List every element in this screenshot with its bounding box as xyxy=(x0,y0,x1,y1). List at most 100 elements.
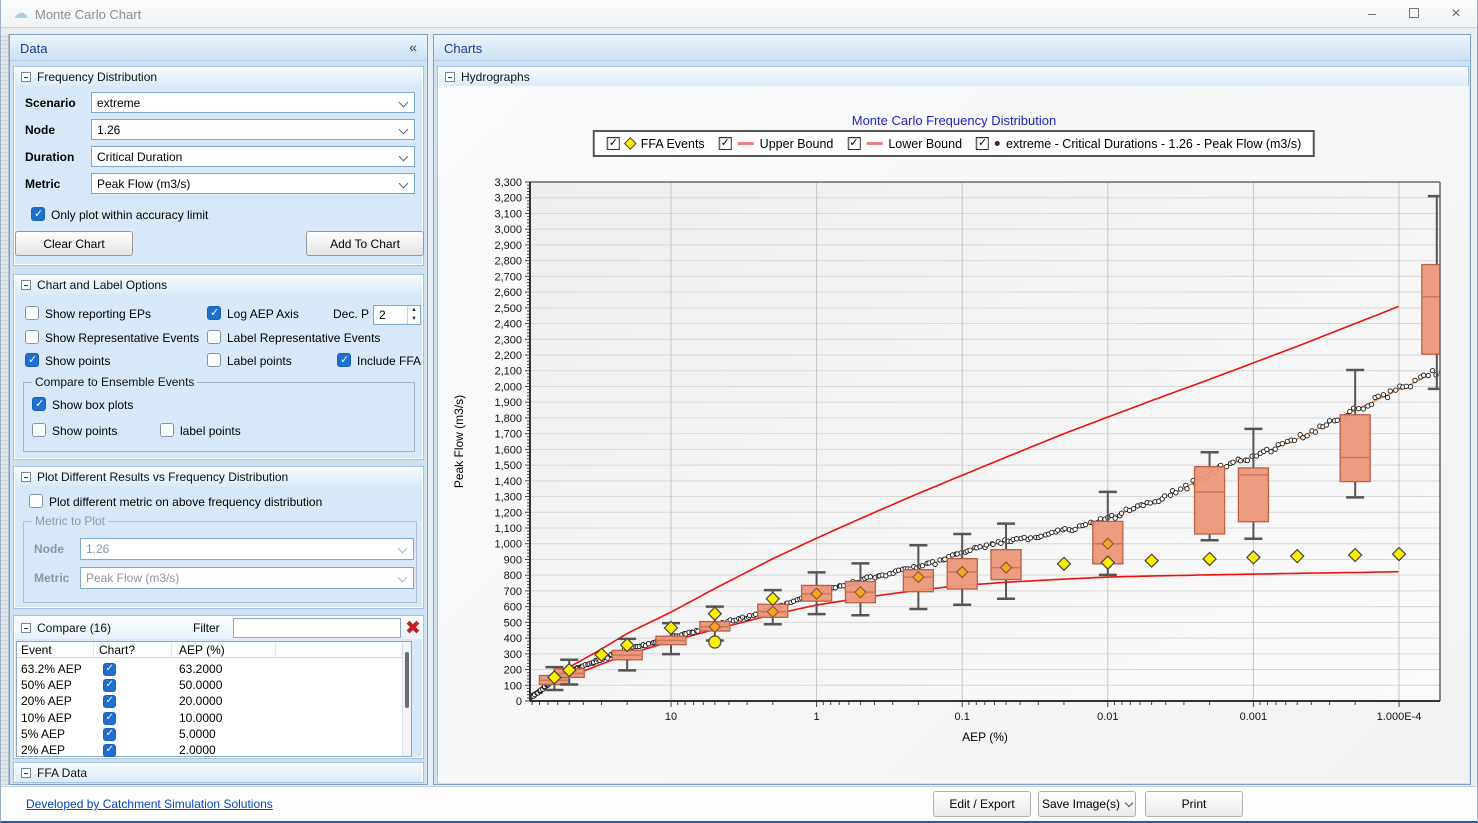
event-cell: 10% AEP xyxy=(21,711,72,725)
frequency-chart[interactable]: 01002003004005006007008009001,0001,1001,… xyxy=(439,86,1469,783)
show-representative-checkbox[interactable] xyxy=(25,330,39,344)
label-points-checkbox[interactable] xyxy=(207,353,221,367)
metric-dropdown[interactable]: Peak Flow (m3/s) xyxy=(91,173,415,194)
scrollbar-thumb[interactable] xyxy=(405,652,409,708)
row-chart-checkbox[interactable] xyxy=(103,728,116,741)
compare-header[interactable]: Compare (16) Filter ✖ xyxy=(15,617,422,639)
plot-different-metric-checkbox[interactable] xyxy=(29,494,43,508)
show-representative-label: Show Representative Events xyxy=(45,331,199,345)
row-chart-checkbox[interactable] xyxy=(103,744,116,757)
show-box-plots-checkbox[interactable] xyxy=(32,397,46,411)
dec-p-spinner[interactable]: 2 ▲▼ xyxy=(373,305,421,325)
include-ffa-checkbox[interactable] xyxy=(337,353,351,367)
column-chart[interactable]: Chart? xyxy=(99,643,135,657)
ffa-data-header[interactable]: FFA Data xyxy=(15,764,422,782)
svg-text:800: 800 xyxy=(504,570,522,582)
scenario-label: Scenario xyxy=(25,96,76,110)
table-scrollbar[interactable] xyxy=(402,642,411,756)
chevron-down-icon xyxy=(399,98,409,108)
node-dropdown[interactable]: 1.26 xyxy=(91,119,415,140)
metric-to-plot-title: Metric to Plot xyxy=(32,514,108,528)
red-dash-icon xyxy=(866,142,882,145)
data-panel-title: Data xyxy=(20,41,47,56)
aep-cell: 20.0000 xyxy=(179,694,222,708)
credit-link[interactable]: Developed by Catchment Simulation Soluti… xyxy=(26,797,273,811)
ensemble-label-points-checkbox[interactable] xyxy=(160,423,174,437)
chart-area: 01002003004005006007008009001,0001,1001,… xyxy=(439,86,1469,783)
column-event[interactable]: Event xyxy=(21,643,52,657)
label-representative-checkbox[interactable] xyxy=(207,330,221,344)
minimize-button[interactable]: – xyxy=(1355,0,1389,27)
clear-chart-button[interactable]: Clear Chart xyxy=(15,231,133,256)
accuracy-limit-checkbox[interactable] xyxy=(31,207,45,221)
collapse-section-icon[interactable] xyxy=(21,623,31,633)
column-aep[interactable]: AEP (%) xyxy=(179,643,225,657)
svg-text:1,500: 1,500 xyxy=(494,460,522,472)
svg-text:AEP (%): AEP (%) xyxy=(962,730,1008,744)
legend-item-lower-bound[interactable]: Lower Bound xyxy=(847,137,962,151)
row-chart-checkbox[interactable] xyxy=(103,663,116,676)
collapse-section-icon[interactable] xyxy=(21,768,31,778)
table-row[interactable]: 2% AEP 2.0000 xyxy=(17,742,411,758)
svg-text:3,300: 3,300 xyxy=(494,177,522,189)
collapse-panel-icon[interactable]: « xyxy=(409,39,417,55)
show-reporting-eps-checkbox[interactable] xyxy=(25,306,39,320)
clear-filter-icon[interactable]: ✖ xyxy=(405,617,421,640)
svg-text:2,500: 2,500 xyxy=(494,303,522,315)
spinner-arrows-icon[interactable]: ▲▼ xyxy=(407,306,420,324)
compare-table-header-row: Event Chart? AEP (%) xyxy=(17,642,411,658)
legend-checkbox[interactable] xyxy=(976,137,989,150)
legend-checkbox[interactable] xyxy=(847,137,860,150)
legend-item-simulation[interactable]: extreme - Critical Durations - 1.26 - Pe… xyxy=(976,137,1301,151)
frequency-distribution-header[interactable]: Frequency Distribution xyxy=(15,68,422,86)
legend-label: Lower Bound xyxy=(888,137,962,151)
event-cell: 20% AEP xyxy=(21,694,72,708)
legend-item-ffa[interactable]: FFA Events xyxy=(607,137,705,151)
table-row[interactable]: 63.2% AEP 63.2000 xyxy=(17,661,411,677)
svg-text:200: 200 xyxy=(504,665,522,677)
scenario-dropdown[interactable]: extreme xyxy=(91,92,415,113)
left-splitter-strip[interactable] xyxy=(1,34,9,785)
plot-different-header[interactable]: Plot Different Results vs Frequency Dist… xyxy=(15,468,422,486)
legend-item-upper-bound[interactable]: Upper Bound xyxy=(719,137,834,151)
legend-label: extreme - Critical Durations - 1.26 - Pe… xyxy=(1006,137,1301,151)
row-chart-checkbox[interactable] xyxy=(103,695,116,708)
save-images-button[interactable]: Save Image(s) xyxy=(1038,791,1136,817)
filter-input[interactable] xyxy=(233,618,401,638)
collapse-section-icon[interactable] xyxy=(21,72,31,82)
add-to-chart-button[interactable]: Add To Chart xyxy=(306,231,424,256)
ffa-data-title: FFA Data xyxy=(37,766,87,780)
ensemble-show-points-checkbox[interactable] xyxy=(32,423,46,437)
svg-text:2,700: 2,700 xyxy=(494,271,522,283)
compare-title: Compare (16) xyxy=(37,621,111,635)
maximize-icon xyxy=(1409,8,1419,18)
legend-checkbox[interactable] xyxy=(719,137,732,150)
duration-dropdown[interactable]: Critical Duration xyxy=(91,146,415,167)
svg-text:2,900: 2,900 xyxy=(494,240,522,252)
legend-checkbox[interactable] xyxy=(607,137,620,150)
row-chart-checkbox[interactable] xyxy=(103,679,116,692)
section-title: Frequency Distribution xyxy=(37,70,157,84)
charts-panel-header: Charts xyxy=(434,35,1470,61)
collapse-section-icon[interactable] xyxy=(21,472,31,482)
row-chart-checkbox[interactable] xyxy=(103,712,116,725)
edit-export-button[interactable]: Edit / Export xyxy=(933,791,1031,817)
chart-label-options-header[interactable]: Chart and Label Options xyxy=(15,276,422,294)
show-points-checkbox[interactable] xyxy=(25,353,39,367)
hydrographs-header[interactable]: Hydrographs xyxy=(439,68,1467,86)
table-row[interactable]: 50% AEP 50.0000 xyxy=(17,677,411,693)
maximize-button[interactable] xyxy=(1397,0,1431,27)
collapse-section-icon[interactable] xyxy=(445,72,455,82)
aep-cell: 2.0000 xyxy=(179,743,216,757)
table-row[interactable]: 5% AEP 5.0000 xyxy=(17,726,411,742)
chevron-down-icon xyxy=(399,179,409,189)
table-row[interactable]: 10% AEP 10.0000 xyxy=(17,710,411,726)
svg-text:2,800: 2,800 xyxy=(494,256,522,268)
print-button[interactable]: Print xyxy=(1145,791,1243,817)
log-aep-axis-checkbox[interactable] xyxy=(207,306,221,320)
svg-text:1,900: 1,900 xyxy=(494,397,522,409)
collapse-section-icon[interactable] xyxy=(21,280,31,290)
close-button[interactable]: × xyxy=(1439,0,1473,27)
table-row[interactable]: 20% AEP 20.0000 xyxy=(17,693,411,709)
window-title: Monte Carlo Chart xyxy=(35,7,141,22)
